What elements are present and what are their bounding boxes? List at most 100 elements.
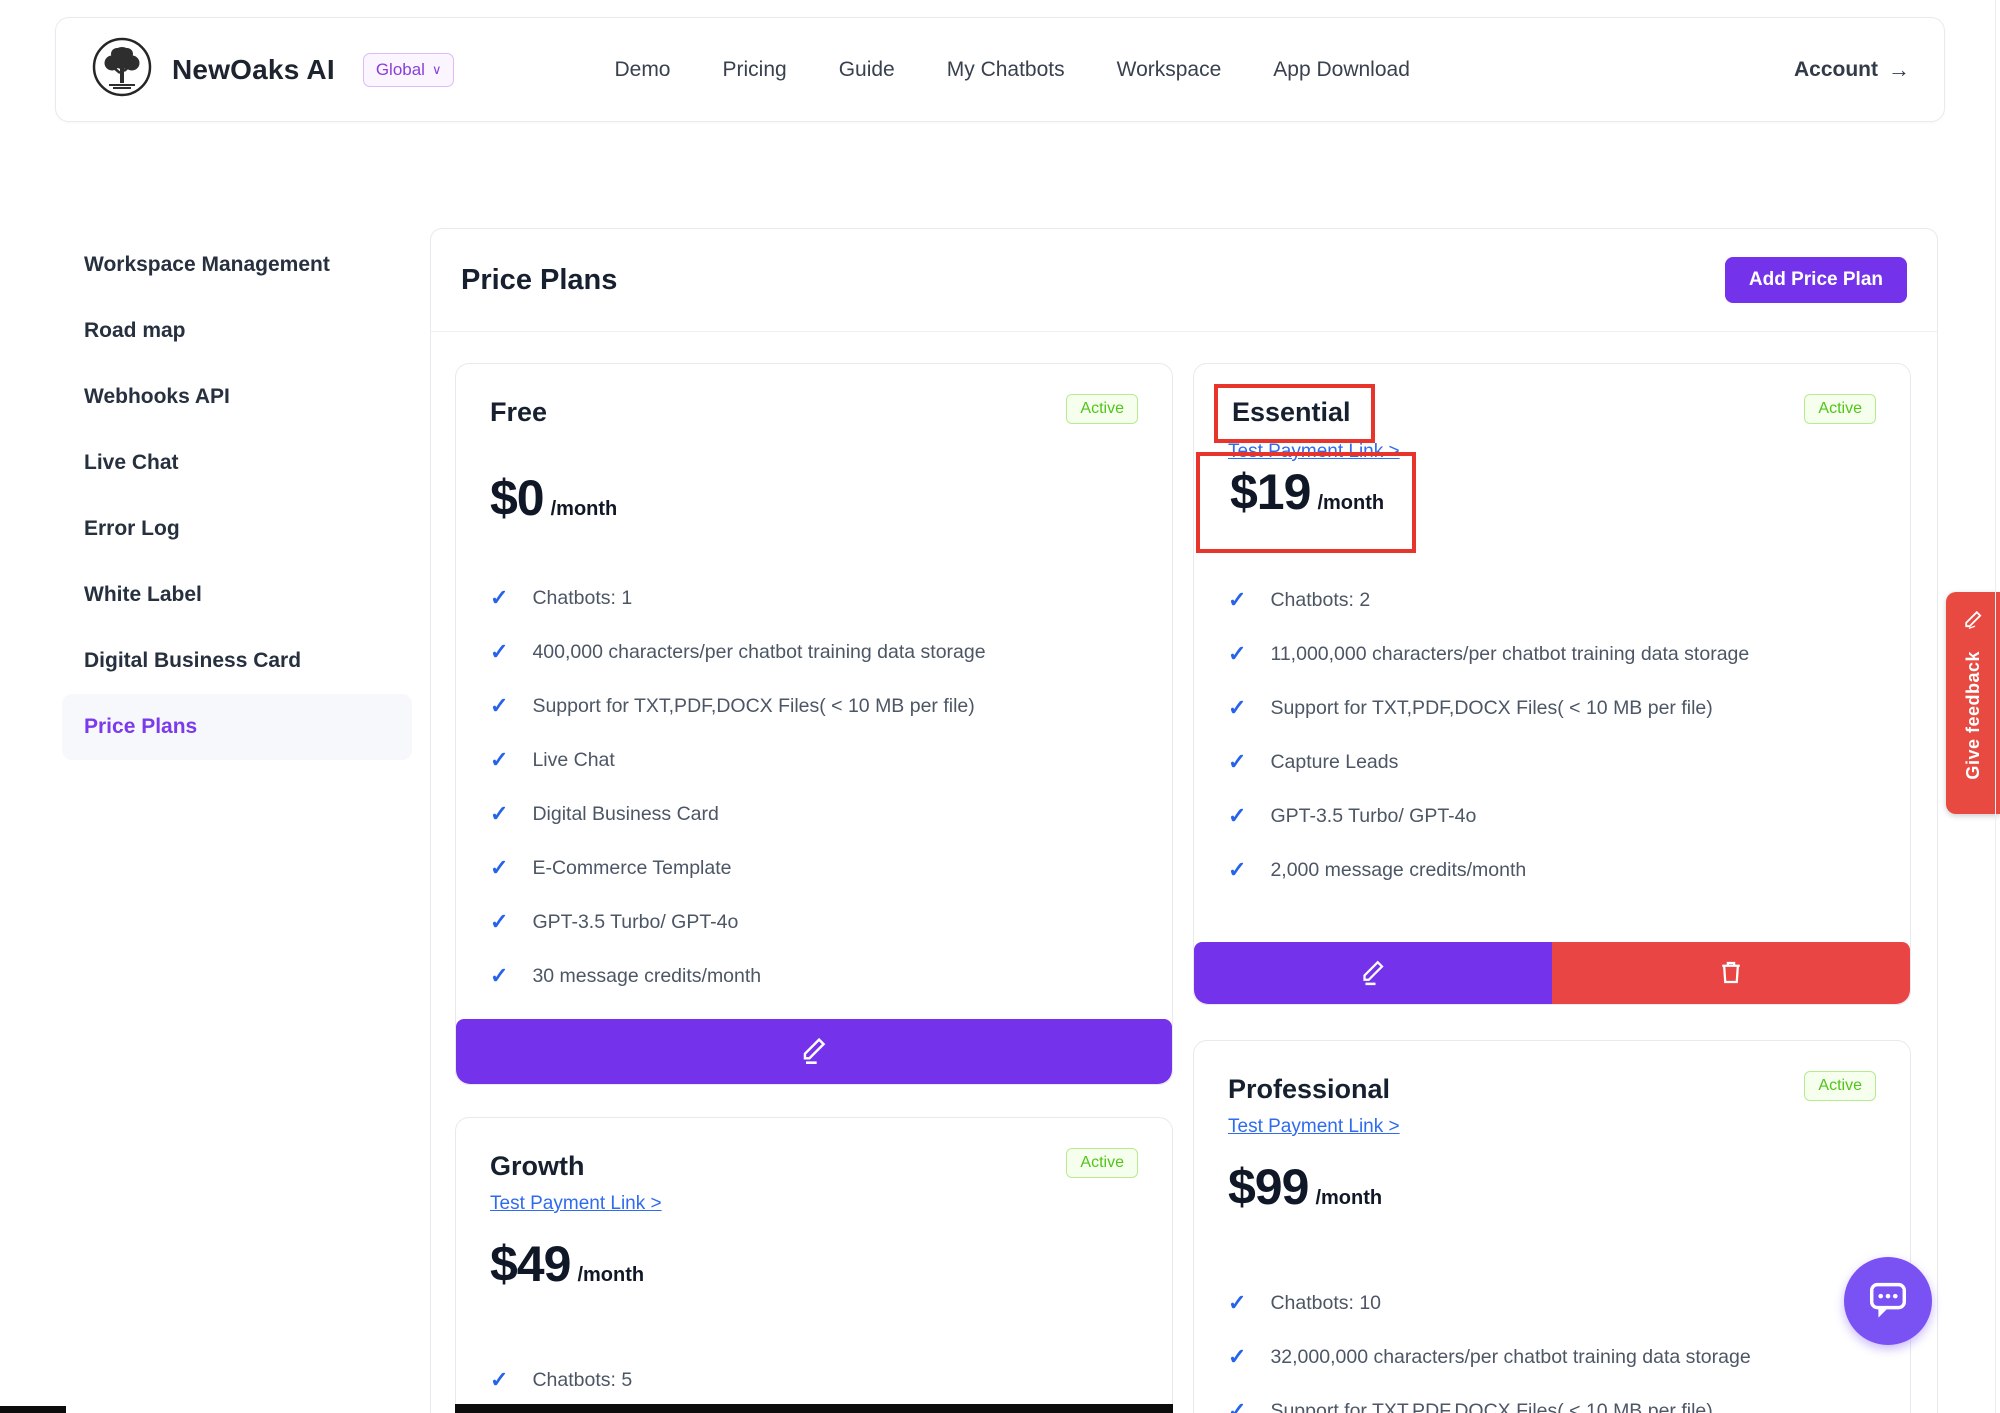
feature-text: Chatbots: 1 xyxy=(532,587,632,610)
feature-text: GPT-3.5 Turbo/ GPT-4o xyxy=(1270,805,1476,828)
plan-price: $99/month xyxy=(1228,1159,1876,1228)
feature-row: ✓ 2,000 message credits/month xyxy=(1228,843,1876,897)
feature-text: Chatbots: 10 xyxy=(1270,1292,1381,1315)
feature-row: ✓ Support for TXT,PDF,DOCX Files( < 10 MB… xyxy=(1228,681,1876,735)
brand-group: NewOaks AI Global ∨ xyxy=(90,35,454,104)
feature-text: Support for TXT,PDF,DOCX Files( < 10 MB … xyxy=(1270,697,1712,720)
status-badge: Active xyxy=(1066,394,1138,424)
check-icon: ✓ xyxy=(490,749,508,771)
nav-pricing[interactable]: Pricing xyxy=(723,58,787,82)
chat-bubble-icon xyxy=(1865,1276,1911,1327)
sidebar-item-workspace-management[interactable]: Workspace Management xyxy=(62,232,412,298)
arrow-right-icon: → xyxy=(1888,57,1910,83)
nav-workspace[interactable]: Workspace xyxy=(1117,58,1222,82)
feature-row: ✓ E-Commerce Template xyxy=(490,841,1138,895)
plan-card-professional: Professional Active Test Payment Link > … xyxy=(1193,1040,1911,1413)
feature-text: Digital Business Card xyxy=(532,803,718,826)
sidebar-item-road-map[interactable]: Road map xyxy=(62,298,412,364)
sidebar-item-white-label[interactable]: White Label xyxy=(62,562,412,628)
delete-plan-button[interactable] xyxy=(1552,942,1910,1004)
check-icon: ✓ xyxy=(1228,643,1246,665)
check-icon: ✓ xyxy=(1228,589,1246,611)
check-icon: ✓ xyxy=(490,695,508,717)
check-icon: ✓ xyxy=(1228,1346,1246,1368)
feature-row: ✓GPT-3.5 Turbo/ GPT-4o xyxy=(1228,789,1876,843)
pencil-icon xyxy=(1358,957,1388,990)
feature-row: ✓Chatbots: 5 xyxy=(490,1353,1138,1407)
plan-name: Essential xyxy=(1232,397,1351,427)
feature-row: ✓ Chatbots: 1 xyxy=(490,571,1138,625)
plan-price: $0/month xyxy=(490,470,1138,539)
sidebar: Workspace Management Road map Webhooks A… xyxy=(62,232,412,760)
sidebar-item-digital-business-card[interactable]: Digital Business Card xyxy=(62,628,412,694)
annotation-box-title: Essential xyxy=(1214,384,1375,443)
plan-card-free: Free Active $0/month ✓ Chatbots: 1 ✓400,00… xyxy=(455,363,1173,1085)
check-icon: ✓ xyxy=(1228,751,1246,773)
check-icon: ✓ xyxy=(1228,1400,1246,1413)
sidebar-item-price-plans[interactable]: Price Plans xyxy=(62,694,412,760)
edit-plan-button[interactable] xyxy=(1194,942,1552,1004)
pencil-icon xyxy=(1961,608,1985,637)
account-label: Account xyxy=(1794,58,1878,82)
feature-row: ✓ 11,000,000 characters/per chatbot train… xyxy=(1228,627,1876,681)
bottom-corner-bar xyxy=(0,1406,66,1413)
chevron-down-icon: ∨ xyxy=(432,62,442,78)
status-badge: Active xyxy=(1804,394,1876,424)
plan-price: $49/month xyxy=(490,1236,1138,1305)
plan-name: Growth xyxy=(490,1148,585,1184)
feature-row: ✓ GPT-3.5 Turbo/ GPT-4o xyxy=(490,895,1138,949)
check-icon: ✓ xyxy=(1228,859,1246,881)
plan-card-essential: Essential Active Test Payment Link > $19… xyxy=(1193,363,1911,1005)
plan-card-growth: Growth Active Test Payment Link > $49/mo… xyxy=(455,1117,1173,1413)
feature-text: 30 message credits/month xyxy=(532,965,761,988)
sidebar-item-webhooks-api[interactable]: Webhooks API xyxy=(62,364,412,430)
right-edge-line xyxy=(1995,0,1996,1413)
test-payment-link[interactable]: Test Payment Link > xyxy=(490,1192,662,1216)
add-price-plan-button[interactable]: Add Price Plan xyxy=(1725,257,1907,303)
check-icon: ✓ xyxy=(490,587,508,609)
plan-name: Free xyxy=(490,394,547,430)
page-title: Price Plans xyxy=(461,264,617,297)
check-icon: ✓ xyxy=(1228,697,1246,719)
nav-guide[interactable]: Guide xyxy=(839,58,895,82)
feature-row: ✓400,000 characters/per chatbot training… xyxy=(490,625,1138,679)
feature-text: Support for TXT,PDF,DOCX Files( < 10 MB … xyxy=(1270,1400,1712,1413)
sidebar-item-live-chat[interactable]: Live Chat xyxy=(62,430,412,496)
check-icon: ✓ xyxy=(490,857,508,879)
nav-my-chatbots[interactable]: My Chatbots xyxy=(947,58,1065,82)
feature-list: ✓Chatbots: 10✓32,000,000 characters/per … xyxy=(1228,1276,1876,1413)
check-icon: ✓ xyxy=(490,803,508,825)
newoaks-tree-logo-icon xyxy=(90,35,154,104)
pencil-icon xyxy=(798,1034,830,1069)
trash-icon xyxy=(1716,957,1746,990)
check-icon: ✓ xyxy=(490,965,508,987)
chat-widget-button[interactable] xyxy=(1844,1257,1932,1345)
annotation-box-price: $19/month xyxy=(1196,452,1416,553)
feature-text: 2,000 message credits/month xyxy=(1270,859,1526,882)
main-nav: Demo Pricing Guide My Chatbots Workspace… xyxy=(614,58,1409,82)
feature-row: ✓ Digital Business Card xyxy=(490,787,1138,841)
feature-text: Chatbots: 5 xyxy=(532,1369,632,1392)
check-icon: ✓ xyxy=(490,911,508,933)
test-payment-link[interactable]: Test Payment Link > xyxy=(1228,1115,1400,1139)
account-menu[interactable]: Account → xyxy=(1794,57,1910,83)
brand-name: NewOaks AI xyxy=(172,54,335,86)
bottom-clip-bar xyxy=(455,1404,1173,1413)
feature-text: Support for TXT,PDF,DOCX Files( < 10 MB … xyxy=(532,695,974,718)
feature-row: ✓32,000,000 characters/per chatbot train… xyxy=(1228,1330,1876,1384)
status-badge: Active xyxy=(1804,1071,1876,1101)
feature-list: ✓ Chatbots: 1 ✓400,000 characters/per chat… xyxy=(490,571,1138,1003)
edit-plan-button[interactable] xyxy=(456,1019,1172,1084)
feature-row: ✓Chatbots: 10 xyxy=(1228,1276,1876,1330)
feature-list: ✓Chatbots: 2✓11,000,000 characters/per c… xyxy=(1228,573,1876,897)
feature-text: GPT-3.5 Turbo/ GPT-4o xyxy=(532,911,738,934)
feature-text: 11,000,000 characters/per chatbot traini… xyxy=(1270,643,1749,666)
give-feedback-tab[interactable]: Give feedback xyxy=(1946,592,2000,814)
feature-row: ✓ 30 message credits/month xyxy=(490,949,1138,1003)
region-selector[interactable]: Global ∨ xyxy=(363,53,455,87)
sidebar-item-error-log[interactable]: Error Log xyxy=(62,496,412,562)
nav-app-download[interactable]: App Download xyxy=(1273,58,1410,82)
feature-text: E-Commerce Template xyxy=(532,857,731,880)
status-badge: Active xyxy=(1066,1148,1138,1178)
nav-demo[interactable]: Demo xyxy=(614,58,670,82)
